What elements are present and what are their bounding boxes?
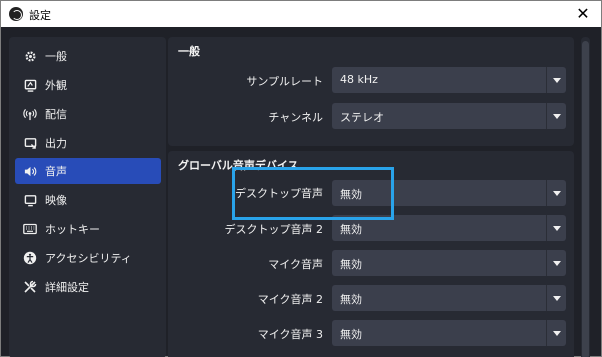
sidebar-item-label: 出力 [45, 137, 67, 150]
chevron-down-icon[interactable] [546, 67, 566, 93]
gear-icon [23, 49, 37, 63]
sidebar-item-label: 音声 [45, 165, 67, 178]
desktop-audio-2-label: デスクトップ音声 2 [224, 223, 324, 236]
sidebar-item-label: 配信 [45, 108, 67, 121]
select-value: 無効 [340, 258, 362, 271]
mic-audio-select[interactable]: 無効 [332, 250, 566, 276]
sidebar-item-advanced[interactable]: 詳細設定 [15, 274, 161, 300]
sidebar-item-audio[interactable]: 音声 [15, 158, 161, 184]
sidebar-item-video[interactable]: 映像 [15, 187, 161, 213]
mic-audio-2-select[interactable]: 無効 [332, 285, 566, 311]
sidebar-item-label: 映像 [45, 194, 67, 207]
select-value: 48 kHz [340, 73, 378, 86]
sidebar-item-accessibility[interactable]: アクセシビリティ [15, 245, 161, 271]
sidebar-item-hotkeys[interactable]: ホットキー [15, 216, 161, 242]
chevron-down-icon[interactable] [546, 320, 566, 346]
settings-window: 設定 ✕ 一般 外観 配信 出力 音声 映像 ホットキー アクセシビリティ 詳細… [0, 0, 602, 357]
sidebar-item-label: ホットキー [45, 223, 100, 236]
section-title: 一般 [178, 45, 200, 58]
mic-audio-3-label: マイク音声 3 [257, 328, 323, 341]
sample-rate-select[interactable]: 48 kHz [332, 67, 566, 93]
channels-label: チャンネル [268, 111, 323, 124]
settings-sidebar: 一般 外観 配信 出力 音声 映像 ホットキー アクセシビリティ 詳細設定 [9, 37, 166, 357]
scrollbar-thumb[interactable] [582, 41, 589, 357]
chevron-down-icon[interactable] [546, 215, 566, 241]
channels-select[interactable]: ステレオ [332, 103, 566, 129]
sidebar-item-label: 一般 [45, 50, 67, 63]
mic-audio-label: マイク音声 [268, 258, 323, 271]
select-value: 無効 [340, 328, 362, 341]
general-section: 一般 サンプルレート 48 kHz チャンネル ステレオ [168, 37, 574, 146]
mic-audio-2-label: マイク音声 2 [257, 293, 323, 306]
title-bar: 設定 ✕ [1, 1, 601, 27]
sidebar-item-label: 外観 [45, 79, 67, 92]
select-value: 無効 [340, 293, 362, 306]
sidebar-item-general[interactable]: 一般 [15, 43, 161, 69]
broadcast-icon [23, 107, 37, 121]
sidebar-item-appearance[interactable]: 外観 [15, 72, 161, 98]
monitor-icon [23, 193, 37, 207]
chevron-down-icon[interactable] [546, 250, 566, 276]
keyboard-icon [23, 222, 37, 236]
output-icon [23, 136, 37, 150]
obs-logo-icon [9, 7, 23, 21]
sample-rate-label: サンプルレート [246, 75, 323, 88]
sidebar-item-stream[interactable]: 配信 [15, 101, 161, 127]
chevron-down-icon[interactable] [546, 285, 566, 311]
mic-audio-3-select[interactable]: 無効 [332, 320, 566, 346]
chevron-down-icon[interactable] [546, 103, 566, 129]
select-value: 無効 [340, 223, 362, 236]
highlight-annotation [232, 167, 394, 220]
sidebar-item-label: 詳細設定 [45, 281, 89, 294]
window-title: 設定 [29, 9, 51, 22]
select-value: ステレオ [340, 111, 384, 124]
accessibility-icon [23, 251, 37, 265]
sidebar-item-label: アクセシビリティ [45, 252, 132, 265]
vertical-scrollbar[interactable] [581, 37, 590, 357]
tools-icon [23, 280, 37, 294]
speaker-icon [23, 164, 37, 178]
appearance-icon [23, 78, 37, 92]
sidebar-item-output[interactable]: 出力 [15, 130, 161, 156]
chevron-down-icon[interactable] [546, 180, 566, 206]
close-button[interactable]: ✕ [573, 4, 593, 24]
